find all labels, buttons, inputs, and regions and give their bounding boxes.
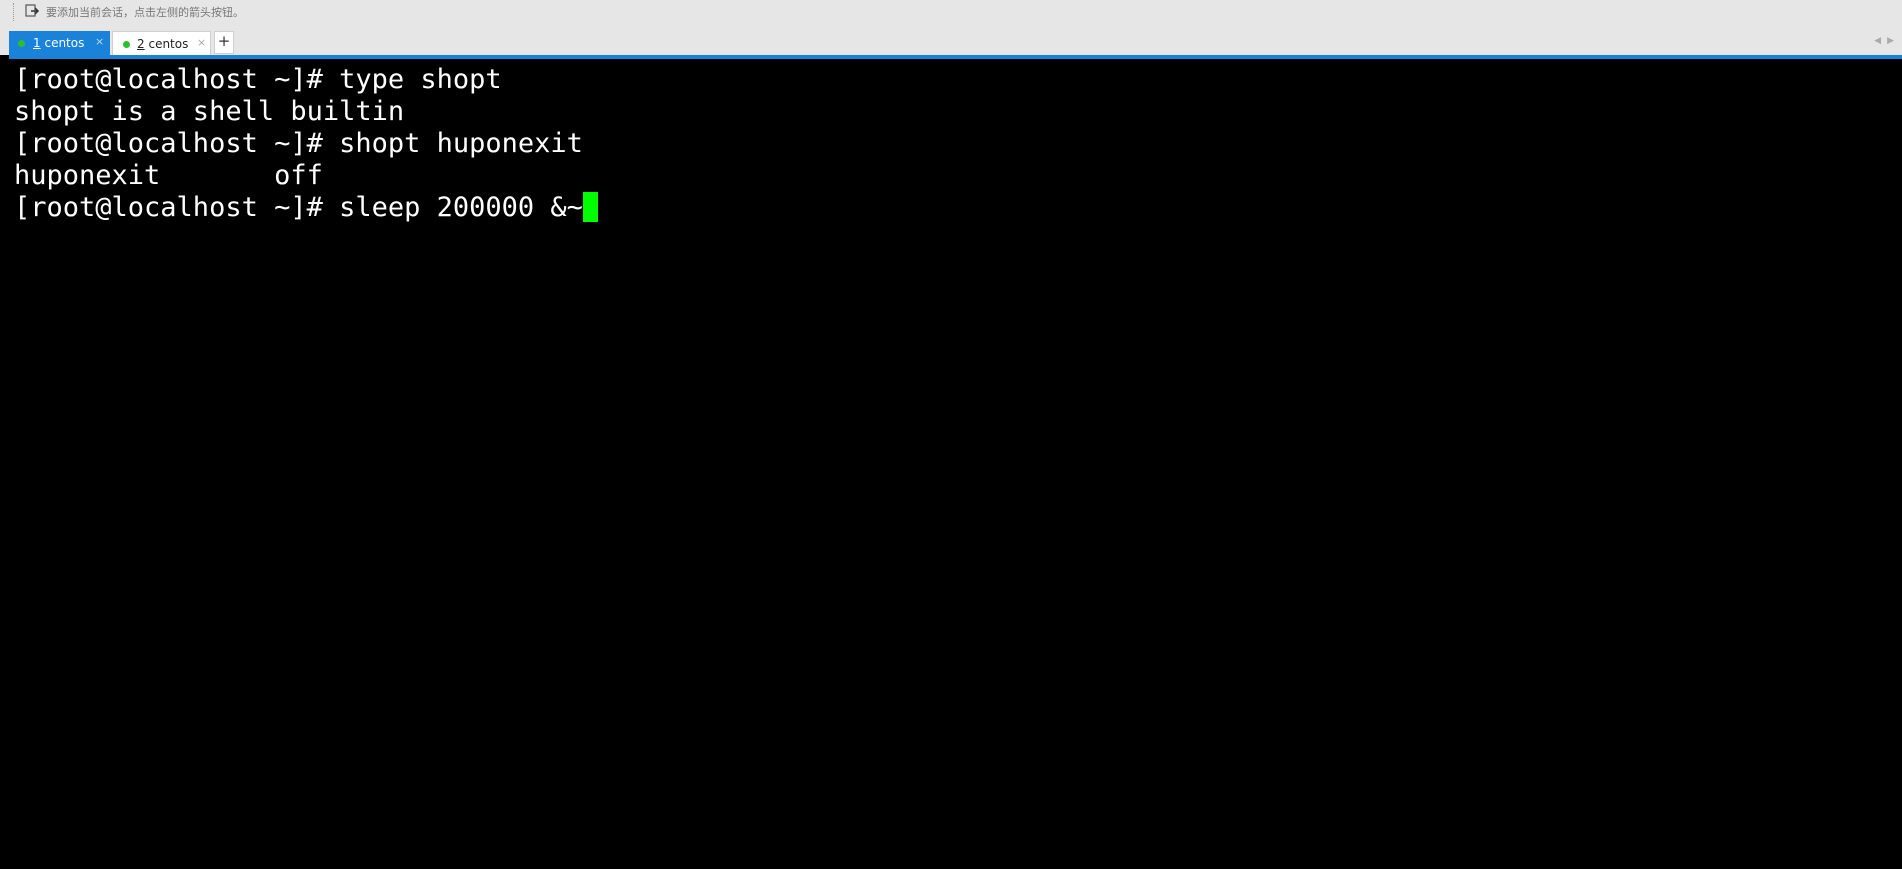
- connected-status-dot-icon: [18, 40, 25, 47]
- tab-name: centos: [44, 36, 85, 50]
- session-hint-text: 要添加当前会话，点击左侧的箭头按钮。: [46, 6, 244, 19]
- tab-name: centos: [148, 37, 189, 51]
- terminal-cursor: [582, 192, 598, 222]
- terminal-line: [root@localhost ~]# type shopt: [14, 64, 502, 95]
- terminal-line: shopt is a shell builtin: [14, 96, 405, 127]
- tab-bar: [0, 28, 1902, 55]
- tab-session-2[interactable]: 2 centos ×: [112, 31, 211, 55]
- terminal-line: [root@localhost ~]# shopt huponexit: [14, 128, 583, 159]
- tab-session-1[interactable]: 1 centos ×: [9, 31, 110, 55]
- add-tab-button[interactable]: +: [214, 31, 234, 54]
- toolbar-grip[interactable]: [13, 3, 17, 21]
- terminal-line: huponexit off: [14, 160, 323, 192]
- terminal-line-text: [root@localhost ~]# sleep 200000 &~: [14, 192, 583, 223]
- terminal-line-text: huponexit off: [14, 160, 323, 191]
- session-hint-bar: 要添加当前会话，点击左侧的箭头按钮。: [0, 0, 1902, 28]
- terminal-output[interactable]: [root@localhost ~]# type shopt shopt is …: [0, 59, 1902, 869]
- tab-number: 2: [137, 37, 145, 51]
- terminal-prompt-line: [root@localhost ~]# sleep 200000 &~: [14, 192, 598, 224]
- tab-label: 2 centos: [137, 37, 188, 51]
- tab-label: 1 centos: [33, 36, 84, 50]
- add-session-arrow-icon[interactable]: [24, 3, 40, 19]
- close-tab-icon[interactable]: ×: [95, 35, 104, 48]
- tab-number: 1: [33, 36, 41, 50]
- tab-scroll-arrows-icon[interactable]: ◀▶: [1874, 36, 1900, 46]
- connected-status-dot-icon: [123, 41, 130, 48]
- close-tab-icon[interactable]: ×: [197, 36, 206, 49]
